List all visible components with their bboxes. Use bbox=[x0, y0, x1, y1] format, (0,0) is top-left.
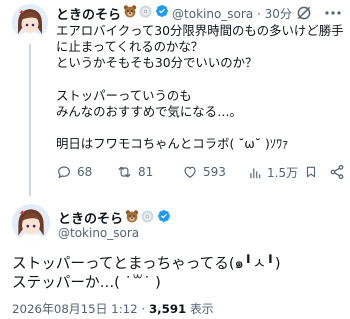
tweet-text-line: ステッパーか…( ˙꒳˙ ) bbox=[12, 274, 161, 291]
repost-count: 81 bbox=[138, 165, 154, 179]
verified-badge-icon bbox=[157, 208, 171, 227]
tweet-text-line: 明日はフワモコちゃんとコラボ( ˘ω˘ )ｿﾜｧ bbox=[56, 136, 289, 152]
views-icon bbox=[250, 167, 261, 178]
like-button[interactable]: 593 bbox=[182, 164, 226, 180]
bear-emoji-icon bbox=[125, 208, 139, 227]
tweet-text-line: というかそもそも30分でいいのか？ bbox=[56, 55, 258, 71]
heart-icon bbox=[184, 166, 196, 179]
thread-line bbox=[29, 44, 31, 196]
action-bar: 68 81 593 1.5万 bbox=[56, 164, 346, 184]
more-options-icon[interactable] bbox=[324, 5, 342, 25]
share-button[interactable] bbox=[329, 164, 345, 180]
share-icon bbox=[330, 164, 344, 180]
avatar[interactable] bbox=[12, 204, 50, 242]
parent-tweet[interactable]: ときのそら @tokino_sora · 30分 エアロバイクって30分限界時間… bbox=[0, 0, 350, 196]
handle[interactable]: @tokino_sora bbox=[58, 226, 139, 240]
tweet-text-line: ストッパーってとまっちゃってる(๑╹ㅅ╹) bbox=[12, 255, 281, 272]
timestamp[interactable]: 2026年08月15日 1:12 · bbox=[12, 302, 149, 316]
views-label: 表示 bbox=[186, 302, 214, 316]
tweet-text: エアロバイクって30分限界時間のもの多いけど勝手 に止まってくれるのかな？ とい… bbox=[56, 23, 346, 153]
tweet-text-line: エアロバイクって30分限界時間のもの多いけど勝手 bbox=[56, 23, 344, 38]
tweet-header: ときのそら @tokino_sora · 30分 bbox=[56, 4, 292, 23]
handle-and-time[interactable]: @tokino_sora · 30分 bbox=[172, 5, 292, 22]
tweet-text-line: ストッパーっていうのも bbox=[56, 87, 192, 103]
view-count: 1.5万 bbox=[267, 166, 299, 180]
cd-emoji-icon bbox=[141, 208, 154, 227]
reply-button[interactable]: 68 bbox=[56, 164, 92, 180]
tweet-text-line: に止まってくれるのかな？ bbox=[56, 39, 204, 55]
views-button[interactable]: 1.5万 bbox=[248, 164, 298, 181]
tweet-text-line bbox=[56, 72, 346, 88]
focused-tweet: ときのそら @tokino_sora ストッパーってとまっちゃってる(๑╹ㅅ╹)… bbox=[0, 196, 350, 319]
repost-icon bbox=[118, 166, 131, 178]
tweet-timestamp-views: 2026年08月15日 1:12 · 3,591 表示 bbox=[12, 300, 214, 317]
reply-count: 68 bbox=[77, 165, 93, 179]
display-name[interactable]: ときのそら bbox=[58, 208, 123, 227]
bear-emoji-icon bbox=[123, 4, 137, 22]
reply-icon bbox=[58, 166, 70, 179]
display-name[interactable]: ときのそら bbox=[56, 4, 121, 23]
tweet-text: ストッパーってとまっちゃってる(๑╹ㅅ╹) ステッパーか…( ˙꒳˙ ) bbox=[12, 254, 342, 292]
verified-badge-icon bbox=[155, 4, 169, 22]
bookmark-button[interactable] bbox=[304, 164, 318, 180]
author-name-row: ときのそら bbox=[58, 208, 171, 227]
tweet-text-line bbox=[56, 120, 346, 136]
cd-emoji-icon bbox=[139, 5, 152, 22]
avatar[interactable] bbox=[12, 4, 48, 40]
repost-button[interactable]: 81 bbox=[116, 164, 153, 180]
tweet-text-line: みんなのおすすめで気になる…。 bbox=[56, 103, 242, 119]
bookmark-icon bbox=[306, 166, 316, 178]
view-count: 3,591 bbox=[148, 302, 187, 316]
like-count: 593 bbox=[203, 165, 226, 179]
